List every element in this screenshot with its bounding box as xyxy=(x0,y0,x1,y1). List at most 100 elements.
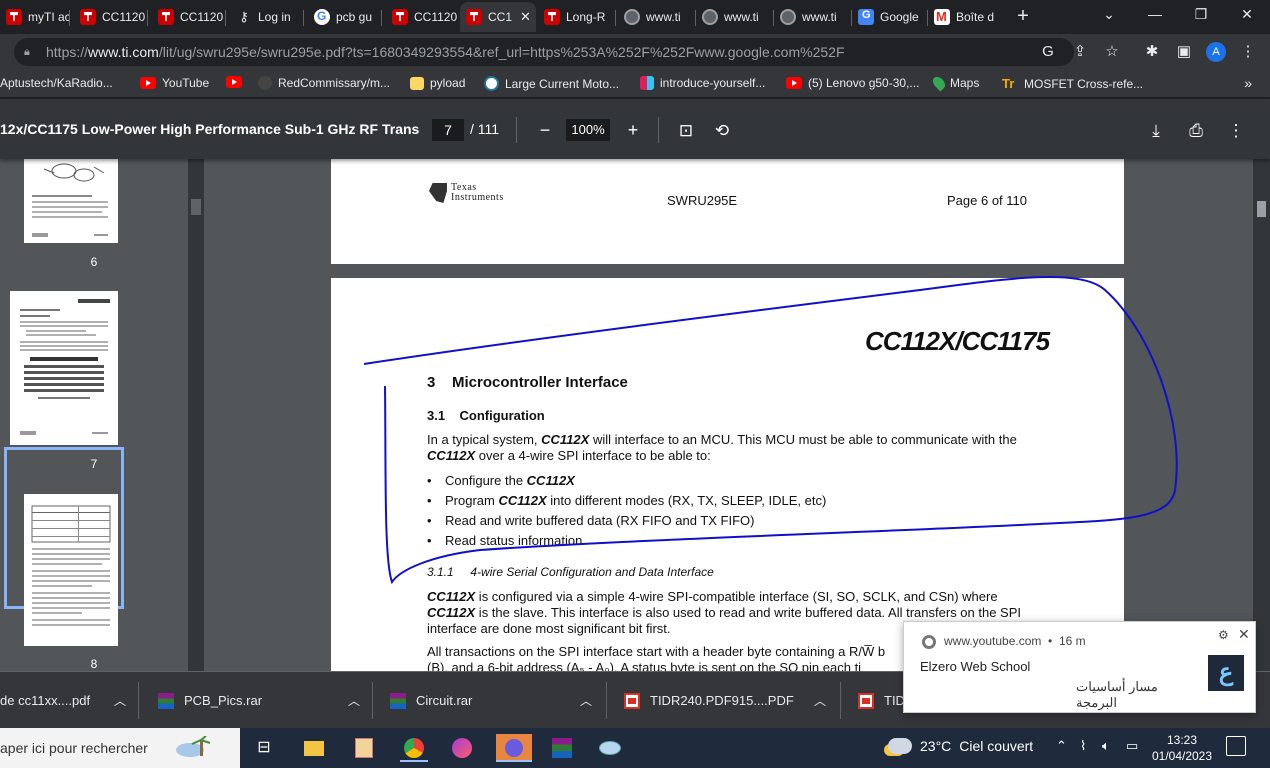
tab-cc1120-c[interactable]: CC1120 xyxy=(386,2,460,32)
tab-login[interactable]: ⚷ Log in xyxy=(230,2,304,32)
subsection-heading: 3.1 Configuration xyxy=(427,408,545,423)
subsubsection-heading: 3.1.1 4-wire Serial Configuration and Da… xyxy=(427,565,714,579)
share-icon[interactable]: ⇪ xyxy=(1070,42,1090,62)
chevron-up-icon[interactable]: ︿ xyxy=(114,692,126,709)
bookmark-lenovo[interactable]: (5) Lenovo g50-30,... xyxy=(786,76,919,90)
bookmarks-more-icon[interactable]: » xyxy=(1244,75,1252,91)
tab-search-chevron-icon[interactable]: ⌄ xyxy=(1094,6,1124,23)
youtube-icon xyxy=(786,77,802,89)
profile-avatar[interactable]: A xyxy=(1206,42,1226,62)
new-tab-button[interactable]: + xyxy=(1012,5,1034,27)
tab-pcb[interactable]: pcb gu xyxy=(308,2,382,32)
close-window-button[interactable]: ✕ xyxy=(1232,6,1262,23)
close-icon[interactable]: ✕ xyxy=(1238,626,1250,643)
list-item: Program CC112X into different modes (RX,… xyxy=(427,493,826,508)
chevron-up-icon[interactable]: ⌃ xyxy=(1056,738,1067,754)
chevron-up-icon[interactable]: ︿ xyxy=(348,692,360,709)
bookmark-maps[interactable]: Maps xyxy=(930,74,979,92)
system-clock[interactable]: 13:23 01/04/2023 xyxy=(1150,732,1214,764)
chrome-notification[interactable]: www.youtube.com • 16 m ⚙ ✕ Elzero Web Sc… xyxy=(903,621,1256,713)
app-icon[interactable] xyxy=(350,734,378,762)
chat-app-icon[interactable] xyxy=(496,734,532,762)
tab-cc1120-a[interactable]: CC1120 xyxy=(74,2,148,32)
tab-gmail[interactable]: Boîte d xyxy=(928,2,1004,32)
ti-icon xyxy=(6,9,22,25)
taskbar-search-input[interactable]: aper ici pour rechercher xyxy=(0,728,240,768)
viewer-scrollbar[interactable] xyxy=(1253,159,1270,671)
notification-source: www.youtube.com • 16 m xyxy=(944,634,1086,648)
download-item[interactable]: TIDR240.PDF915....PDF ︿ xyxy=(624,672,836,729)
google-icon[interactable]: G xyxy=(1038,42,1058,62)
windows-taskbar: aper ici pour rechercher ⊟ 23°C Ciel cou… xyxy=(0,728,1270,768)
bookmark-introduce-yourself[interactable]: introduce-yourself... xyxy=(640,76,765,90)
sidepanel-icon[interactable]: ▣ xyxy=(1174,42,1194,62)
star-icon[interactable]: ☆ xyxy=(1102,42,1122,62)
rotate-icon[interactable]: ⟲ xyxy=(710,119,734,143)
download-item[interactable]: PCB_Pics.rar ︿ xyxy=(158,672,370,729)
list-item: Read and write buffered data (RX FIFO an… xyxy=(427,513,754,528)
messenger-icon[interactable] xyxy=(448,734,476,762)
bookmark-youtube-2[interactable] xyxy=(226,76,242,88)
action-center-icon[interactable] xyxy=(1226,736,1246,756)
winrar-icon[interactable] xyxy=(548,734,576,762)
zoom-in-button[interactable]: + xyxy=(622,119,644,141)
bookmark-aptustech[interactable]: Aptustech/KaRadio... xyxy=(0,76,113,90)
gear-icon[interactable]: ⚙ xyxy=(1218,628,1229,642)
download-item[interactable]: de cc11xx....pdf ︿ xyxy=(0,672,136,729)
extensions-icon[interactable]: ✱ xyxy=(1142,42,1162,62)
volume-icon[interactable]: 🔈︎ xyxy=(1102,738,1110,754)
restore-button[interactable]: ❐ xyxy=(1186,6,1216,23)
tab-cc1120-b[interactable]: CC1120 xyxy=(152,2,226,32)
file-explorer-icon[interactable] xyxy=(300,734,328,762)
task-view-icon[interactable]: ⊟ xyxy=(250,734,278,762)
bookmark-pyload[interactable]: pyload xyxy=(410,76,465,90)
zoom-input[interactable]: 100% xyxy=(566,119,610,141)
more-options-icon[interactable]: ⋮ xyxy=(1224,119,1248,143)
tab-google-translate[interactable]: Google xyxy=(852,2,928,32)
bookmark-large-current[interactable]: Large Current Moto... xyxy=(484,76,619,91)
tab-active-cc1[interactable]: CC1 ✕ xyxy=(460,2,536,32)
print-icon[interactable]: ⎙ xyxy=(1184,119,1208,143)
sidebar-scrollbar[interactable] xyxy=(188,159,204,671)
tab-label: www.ti xyxy=(724,10,759,24)
list-item: Read status information xyxy=(427,533,582,548)
ti-icon xyxy=(80,9,96,25)
tab-myti[interactable]: myTI ac xyxy=(0,2,70,32)
thumbnail-label: 6 xyxy=(90,255,98,269)
close-icon[interactable]: ✕ xyxy=(520,9,531,25)
tab-www-ti-a[interactable]: www.ti xyxy=(618,2,696,32)
google-icon xyxy=(314,9,330,25)
network-icon[interactable]: ⌇ xyxy=(1080,738,1086,754)
bookmark-mosfet[interactable]: Tr MOSFET Cross-refe... xyxy=(1002,76,1143,92)
bookmark-youtube[interactable]: YouTube xyxy=(140,76,209,90)
download-item[interactable]: Circuit.rar ︿ xyxy=(390,672,602,729)
minimize-button[interactable]: — xyxy=(1140,6,1170,22)
pdf-toolbar: 12x/CC1175 Low-Power High Performance Su… xyxy=(0,99,1270,159)
fit-page-icon[interactable]: ⊡ xyxy=(674,119,698,143)
globe-icon xyxy=(702,9,718,25)
tab-label: Boîte d xyxy=(956,10,995,24)
paint-icon[interactable] xyxy=(596,734,624,762)
wordpress-icon xyxy=(484,76,499,91)
download-icon[interactable]: ⤓ xyxy=(1144,119,1168,143)
page-number-input[interactable]: 7 xyxy=(432,119,464,141)
address-bar[interactable]: 🔒︎ https://www.ti.com/lit/ug/swru295e/sw… xyxy=(14,38,1074,66)
login-icon: ⚷ xyxy=(239,9,249,24)
bookmark-redcommissary[interactable]: RedCommissary/m... xyxy=(258,76,390,90)
zoom-out-button[interactable]: − xyxy=(534,119,556,141)
tab-long-r[interactable]: Long-R xyxy=(538,2,616,32)
chevron-up-icon[interactable]: ︿ xyxy=(580,692,592,709)
notification-body: مسار أساسيات البرمجة xyxy=(1076,679,1158,710)
chevron-up-icon[interactable]: ︿ xyxy=(814,692,826,709)
tab-www-ti-c[interactable]: www.ti xyxy=(774,2,852,32)
youtube-icon xyxy=(226,76,242,88)
thumbnail-page-7[interactable] xyxy=(10,291,118,445)
tab-www-ti-b[interactable]: www.ti xyxy=(696,2,774,32)
battery-icon[interactable]: ▭ xyxy=(1126,738,1138,754)
thumbnail-page-6[interactable] xyxy=(24,159,118,243)
thumbnail-page-8[interactable] xyxy=(24,494,118,646)
menu-icon[interactable]: ⋮ xyxy=(1238,42,1258,62)
chrome-icon[interactable] xyxy=(400,734,428,762)
ti-icon xyxy=(158,9,174,25)
weather-widget[interactable]: 23°C Ciel couvert xyxy=(888,738,1033,754)
